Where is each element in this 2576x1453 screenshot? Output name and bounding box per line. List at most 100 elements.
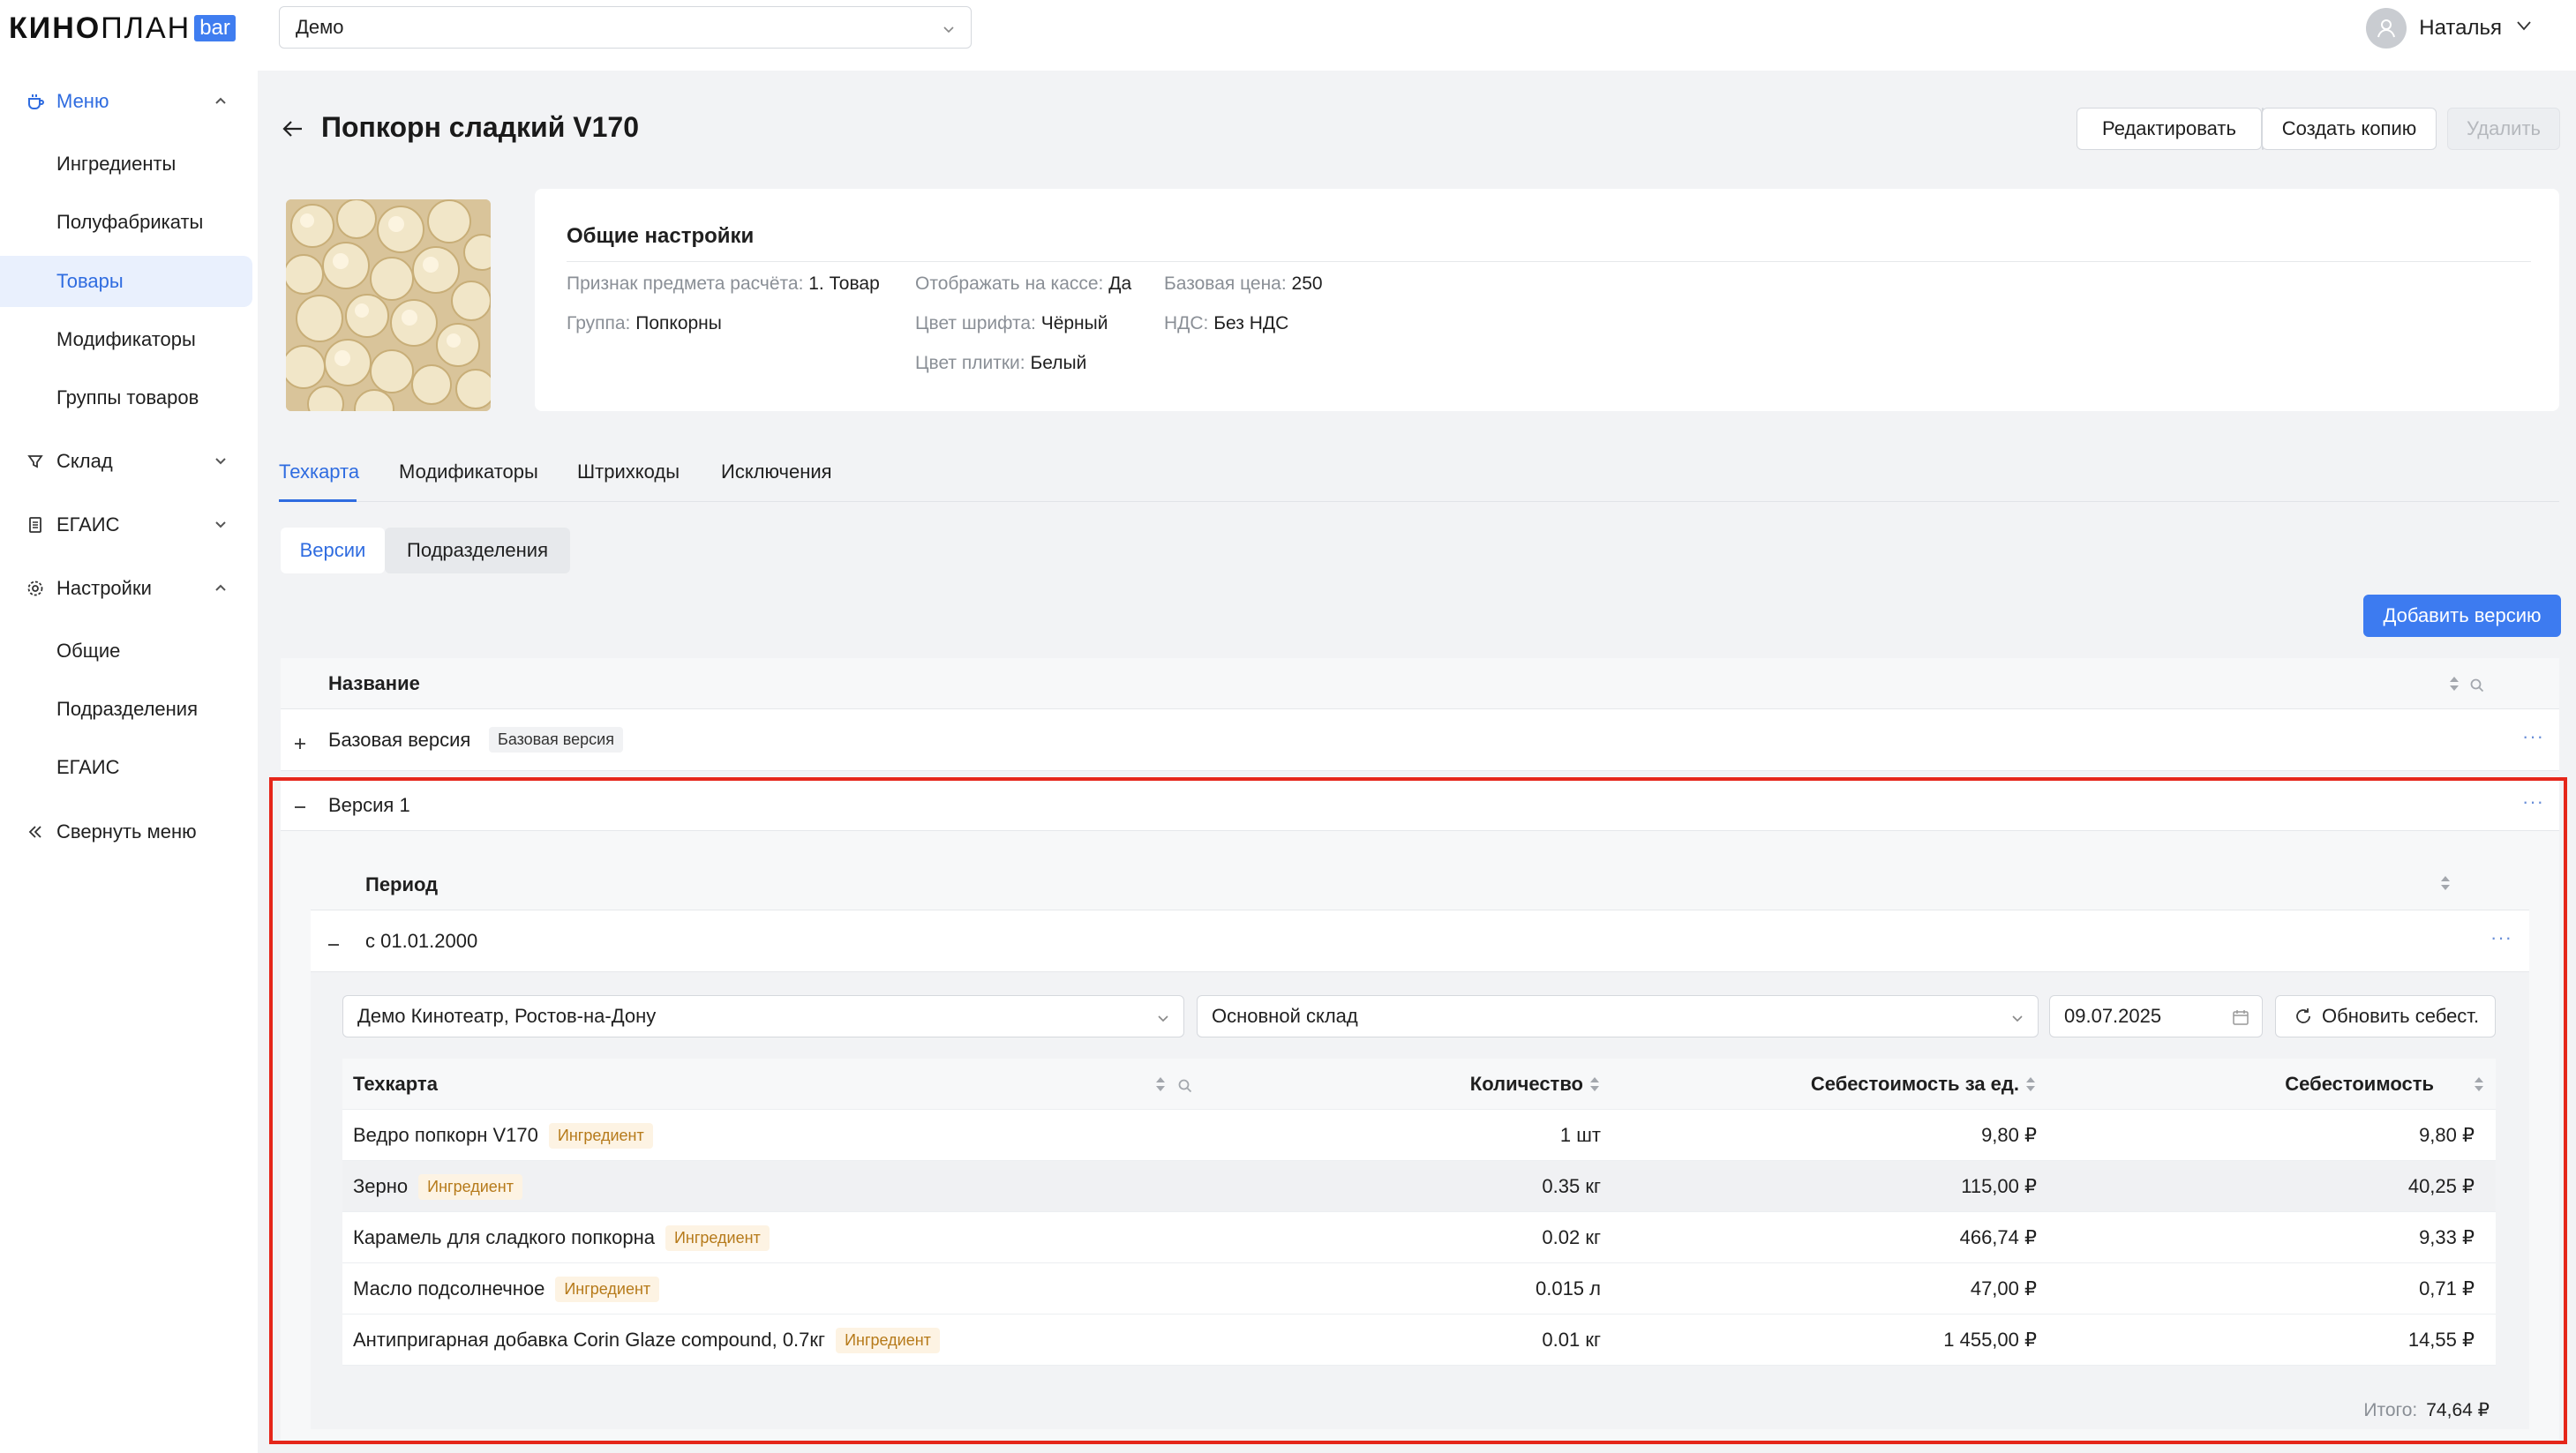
- chevron-down-icon: [941, 19, 957, 42]
- column-header-name[interactable]: Название: [328, 672, 420, 695]
- tab-exclusions[interactable]: Исключения: [721, 461, 832, 483]
- period-row[interactable]: с 01.01.2000 ···: [311, 910, 2529, 972]
- quantity: 0.01 кг: [1542, 1329, 1601, 1351]
- column-header-period[interactable]: Период: [365, 873, 438, 896]
- sidebar-item-egais[interactable]: ЕГАИС: [0, 499, 258, 550]
- sort-icon[interactable]: [2448, 674, 2460, 693]
- column-header-cost[interactable]: Себестоимость: [2072, 1059, 2434, 1110]
- project-select[interactable]: Демо: [279, 6, 972, 49]
- tab-modifiers[interactable]: Модификаторы: [399, 461, 538, 483]
- cup-icon: [25, 91, 46, 112]
- sidebar-item-general[interactable]: Общие: [0, 625, 252, 677]
- sidebar-item-menu[interactable]: Меню: [0, 76, 258, 127]
- delete-button[interactable]: Удалить: [2447, 108, 2560, 150]
- sidebar-item-menu-label: Меню: [56, 90, 109, 112]
- date-picker[interactable]: 09.07.2025: [2049, 995, 2263, 1037]
- refresh-cost-button[interactable]: Обновить себест.: [2275, 995, 2496, 1037]
- sidebar-item-product-groups[interactable]: Группы товаров: [0, 372, 252, 423]
- card-title: Общие настройки: [567, 224, 755, 248]
- periods-table-header: Период: [311, 856, 2529, 910]
- user-menu[interactable]: Наталья: [2366, 7, 2534, 49]
- chevron-up-icon: [212, 92, 229, 109]
- sidebar-item-departments[interactable]: Подразделения: [0, 684, 252, 735]
- collapse-minus-icon[interactable]: [293, 797, 307, 811]
- quantity: 0.015 л: [1535, 1277, 1601, 1299]
- collapse-minus-icon[interactable]: [327, 934, 341, 948]
- warehouse-select[interactable]: Основной склад: [1197, 995, 2039, 1037]
- search-icon[interactable]: [1177, 1076, 1193, 1093]
- edit-button[interactable]: Редактировать: [2077, 108, 2262, 150]
- search-icon[interactable]: [2469, 676, 2485, 693]
- table-row[interactable]: Масло подсолнечное Ингредиент 0.015 л 47,…: [342, 1263, 2496, 1314]
- kinoplan-bar-logo[interactable]: КИНО ПЛАН bar: [9, 11, 236, 45]
- table-row[interactable]: Зерно Ингредиент 0.35 кг 115,00 ₽ 40,25 ₽: [342, 1161, 2496, 1212]
- expand-plus-icon[interactable]: [293, 733, 307, 749]
- base-version-badge: Базовая версия: [489, 727, 623, 753]
- sidebar-item-settings[interactable]: Настройки: [0, 563, 258, 614]
- sidebar-item-ingredients[interactable]: Ингредиенты: [0, 139, 252, 190]
- field-label: Цвет шрифта:: [915, 313, 1036, 333]
- cinema-select[interactable]: Демо Кинотеатр, Ростов-на-Дону: [342, 995, 1184, 1037]
- column-header-quantity[interactable]: Количество: [1207, 1059, 1583, 1110]
- row-actions-button[interactable]: ···: [2522, 790, 2544, 813]
- sidebar-item-products[interactable]: Товары: [0, 256, 252, 307]
- sidebar-item-egais-label: ЕГАИС: [56, 513, 120, 536]
- column-header-unit-cost[interactable]: Себестоимость за ед.: [1631, 1059, 2019, 1110]
- quantity: 0.35 кг: [1542, 1175, 1601, 1197]
- unit-cost: 115,00 ₽: [1961, 1175, 2037, 1197]
- date-picker-value: 09.07.2025: [2064, 1005, 2162, 1027]
- tabs-rule: [279, 501, 2559, 502]
- ingredient-badge: Ингредиент: [836, 1327, 940, 1353]
- sidebar-item-settings-egais[interactable]: ЕГАИС: [0, 742, 252, 793]
- version-name: Базовая версия: [328, 729, 471, 751]
- sort-icon[interactable]: [2473, 1075, 2485, 1094]
- top-bar: Демо Наталья: [258, 0, 2576, 71]
- version-name: Версия 1: [328, 794, 410, 816]
- table-row[interactable]: Карамель для сладкого попкорна Ингредиент…: [342, 1212, 2496, 1263]
- total-label: Итого:: [2363, 1400, 2418, 1420]
- product-photo: [286, 199, 491, 411]
- row-actions-button[interactable]: ···: [2490, 926, 2512, 949]
- sidebar-item-semi-finished[interactable]: Полуфабрикаты: [0, 197, 252, 248]
- sidebar: КИНО ПЛАН bar Меню Ингредиенты Полуфабрика…: [0, 0, 258, 1453]
- field-value: Да: [1108, 273, 1132, 294]
- techcard-table-header: Техкарта Количество Себестоимость за ед.…: [342, 1059, 2496, 1110]
- chevron-down-icon: [1155, 1008, 1171, 1031]
- chevron-down-icon: [212, 515, 229, 533]
- subtab-departments[interactable]: Подразделения: [385, 528, 570, 573]
- sidebar-item-warehouse[interactable]: Склад: [0, 436, 258, 487]
- sidebar-item-settings-label: Настройки: [56, 577, 152, 599]
- collapse-menu-button[interactable]: Свернуть меню: [0, 806, 258, 858]
- unit-cost: 466,74 ₽: [1959, 1226, 2037, 1248]
- document-icon: [25, 514, 46, 536]
- table-row[interactable]: Антипригарная добавка Corin Glaze compou…: [342, 1314, 2496, 1366]
- tab-techcard[interactable]: Техкарта: [279, 461, 359, 483]
- create-copy-button[interactable]: Создать копию: [2262, 108, 2437, 150]
- field-value: Попкорны: [635, 313, 722, 333]
- sidebar-item-modifiers[interactable]: Модификаторы: [0, 314, 252, 365]
- sort-icon[interactable]: [2439, 873, 2452, 893]
- avatar: [2366, 8, 2407, 49]
- cost: 14,55 ₽: [2407, 1329, 2475, 1351]
- field-value: Белый: [1030, 353, 1087, 373]
- general-settings-card: Общие настройки Признак предмета расчёта…: [535, 189, 2559, 411]
- sort-icon[interactable]: [2024, 1075, 2037, 1094]
- chevron-down-icon: [2514, 16, 2534, 41]
- field-vat: НДС: Без НДС: [1164, 313, 1288, 334]
- back-arrow-icon[interactable]: [281, 116, 305, 141]
- table-row-base-version[interactable]: Базовая версия Базовая версия ···: [281, 709, 2559, 771]
- unit-cost: 9,80 ₽: [1981, 1124, 2037, 1146]
- tab-barcodes[interactable]: Штрихкоды: [577, 461, 680, 483]
- chevron-up-icon: [212, 579, 229, 596]
- chevron-down-icon: [212, 452, 229, 469]
- column-header-techcard[interactable]: Техкарта: [353, 1059, 438, 1110]
- sort-icon[interactable]: [1588, 1075, 1601, 1094]
- sort-icon[interactable]: [1154, 1075, 1167, 1094]
- table-row[interactable]: Ведро попкорн V170 Ингредиент 1 шт 9,80 ₽…: [342, 1110, 2496, 1161]
- table-row-version-1[interactable]: Версия 1 ···: [281, 776, 2559, 831]
- add-version-button[interactable]: Добавить версию: [2363, 595, 2561, 637]
- ingredient-name: Зерно: [353, 1175, 409, 1197]
- subtab-versions[interactable]: Версии: [281, 528, 385, 573]
- row-actions-button[interactable]: ···: [2522, 725, 2544, 748]
- field-value: Без НДС: [1213, 313, 1289, 333]
